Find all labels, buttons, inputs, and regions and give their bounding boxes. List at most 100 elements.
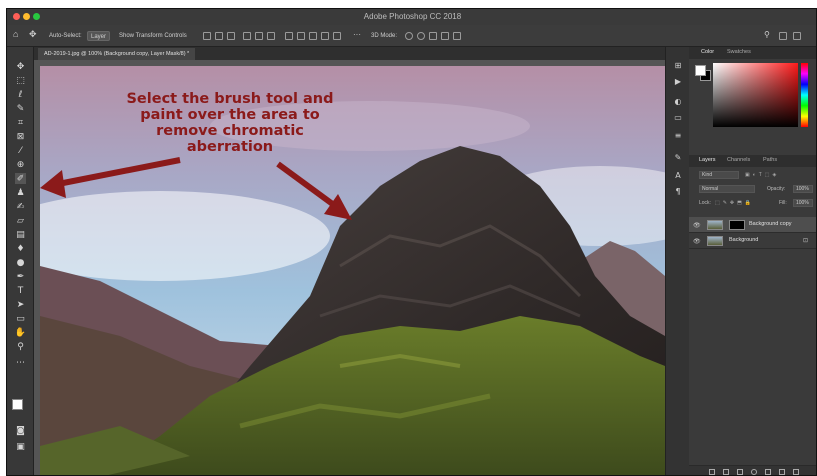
workspace-icon[interactable]: [779, 32, 787, 40]
eraser-tool-icon[interactable]: ▱: [15, 215, 26, 226]
align-middle-icon[interactable]: [255, 32, 263, 40]
tab-swatches[interactable]: Swatches: [727, 49, 751, 55]
visibility-eye-icon[interactable]: 👁: [693, 238, 701, 245]
crop-tool-icon[interactable]: ⌗: [15, 117, 26, 128]
add-mask-icon[interactable]: [737, 469, 743, 475]
tab-paths[interactable]: Paths: [763, 157, 777, 163]
align-left-icon[interactable]: [203, 32, 211, 40]
tab-layers[interactable]: Layers: [699, 157, 716, 163]
3d-drag-icon[interactable]: [429, 32, 437, 40]
hand-tool-icon[interactable]: ✋: [15, 327, 26, 338]
align-center-icon[interactable]: [215, 32, 223, 40]
layer-kind-filter[interactable]: Kind: [699, 171, 739, 179]
properties-panel-icon[interactable]: ≡: [673, 131, 683, 141]
hue-slider[interactable]: [801, 63, 808, 127]
layer-thumbnail: [707, 220, 723, 230]
layer-name[interactable]: Background: [729, 237, 758, 243]
more-tools-icon[interactable]: ⋯: [15, 357, 26, 368]
layer-mask-thumbnail[interactable]: [729, 220, 745, 230]
stamp-tool-icon[interactable]: ♟: [15, 187, 26, 198]
screen-mode-icon[interactable]: ▣: [15, 441, 26, 452]
gradient-tool-icon[interactable]: ▤: [15, 229, 26, 240]
pen-tool-icon[interactable]: ✒: [15, 271, 26, 282]
zoom-tool-icon[interactable]: ⚲: [15, 341, 26, 352]
color-picker-field[interactable]: [713, 63, 798, 127]
path-select-tool-icon[interactable]: ➤: [15, 299, 26, 310]
distribute-left-icon[interactable]: [321, 32, 329, 40]
lock-icons[interactable]: ⬚✎✥⬒🔒: [715, 199, 754, 208]
adjustments-panel-icon[interactable]: ◐: [673, 97, 683, 107]
distribute-bottom-icon[interactable]: [309, 32, 317, 40]
auto-select-dropdown[interactable]: Layer: [87, 31, 111, 41]
right-panels: Color Swatches Layers Channels Paths Kin…: [689, 47, 816, 475]
group-icon[interactable]: [765, 469, 771, 475]
tab-color[interactable]: Color: [701, 49, 714, 55]
fill-input[interactable]: 100%: [793, 199, 813, 207]
marquee-tool-icon[interactable]: ⬚: [15, 75, 26, 86]
brush-tool-icon[interactable]: ✐: [15, 173, 26, 184]
annotation-caption: Select the brush tool and paint over the…: [126, 91, 334, 155]
new-layer-icon[interactable]: [779, 469, 785, 475]
trash-icon[interactable]: [793, 469, 799, 475]
actions-panel-icon[interactable]: ▶: [673, 77, 683, 87]
share-icon[interactable]: [793, 32, 801, 40]
quick-mask-icon[interactable]: ◙: [15, 425, 26, 436]
panel-icon-column: ⊞ ▶ ◐ ▭ ≡ ✎ A ¶: [665, 47, 689, 475]
layers-panel-tabs: Layers Channels Paths: [689, 155, 816, 167]
3d-roll-icon[interactable]: [417, 32, 425, 40]
layer-name[interactable]: Background copy: [749, 221, 792, 227]
tab-channels[interactable]: Channels: [727, 157, 750, 163]
show-transform-controls-checkbox[interactable]: Show Transform Controls: [119, 31, 187, 41]
distribute-middle-icon[interactable]: [297, 32, 305, 40]
frame-tool-icon[interactable]: ⊠: [15, 131, 26, 142]
3d-slide-icon[interactable]: [441, 32, 449, 40]
document-tab-bar: AD-2019-1.jpg @ 100% (Background copy, L…: [34, 47, 665, 60]
history-panel-icon[interactable]: ⊞: [673, 61, 683, 71]
layers-panel-footer: [689, 465, 816, 475]
blend-mode-dropdown[interactable]: Normal: [699, 185, 755, 193]
window-title: Adobe Photoshop CC 2018: [363, 12, 462, 21]
opacity-input[interactable]: 100%: [793, 185, 813, 193]
move-icon[interactable]: ✥: [29, 29, 37, 39]
brush-settings-panel-icon[interactable]: ✎: [673, 153, 683, 163]
eyedropper-tool-icon[interactable]: ⁄: [15, 145, 26, 156]
3d-rotate-icon[interactable]: [405, 32, 413, 40]
home-icon[interactable]: ⌂: [13, 29, 18, 39]
layer-row[interactable]: 👁 Background ⊡: [689, 233, 816, 249]
layer-style-icon[interactable]: [723, 469, 729, 475]
healing-tool-icon[interactable]: ⊕: [15, 159, 26, 170]
adjustment-layer-icon[interactable]: [751, 469, 757, 475]
search-icon[interactable]: ⚲: [764, 30, 770, 40]
distribute-right-icon[interactable]: [333, 32, 341, 40]
more-options-icon[interactable]: ···: [353, 30, 361, 40]
panel-foreground-swatch[interactable]: [695, 65, 706, 76]
3d-scale-icon[interactable]: [453, 32, 461, 40]
fill-label: Fill:: [779, 200, 787, 206]
document-tab[interactable]: AD-2019-1.jpg @ 100% (Background copy, L…: [38, 48, 196, 60]
align-right-icon[interactable]: [227, 32, 235, 40]
blur-tool-icon[interactable]: ♦: [15, 243, 26, 254]
quick-select-tool-icon[interactable]: ✎: [15, 103, 26, 114]
document-canvas[interactable]: Select the brush tool and paint over the…: [40, 66, 665, 475]
move-tool-icon[interactable]: ✥: [15, 61, 26, 72]
visibility-eye-icon[interactable]: 👁: [693, 222, 701, 229]
type-tool-icon[interactable]: T: [15, 285, 26, 296]
align-top-icon[interactable]: [243, 32, 251, 40]
history-brush-tool-icon[interactable]: ✍: [15, 201, 26, 212]
libraries-panel-icon[interactable]: ▭: [673, 113, 683, 123]
tools-panel: ✥ ⬚ ℓ ✎ ⌗ ⊠ ⁄ ⊕ ✐ ♟ ✍ ▱ ▤ ♦ ● ✒ T ➤ ▭ ✋ …: [7, 47, 34, 475]
distribute-top-icon[interactable]: [285, 32, 293, 40]
auto-select-label: Auto-Select:: [49, 33, 82, 39]
lasso-tool-icon[interactable]: ℓ: [15, 89, 26, 100]
align-bottom-icon[interactable]: [267, 32, 275, 40]
dodge-tool-icon[interactable]: ●: [15, 257, 26, 268]
character-panel-icon[interactable]: A: [673, 171, 683, 181]
link-layers-icon[interactable]: [709, 469, 715, 475]
options-bar: ⌂ ✥ Auto-Select: Layer Show Transform Co…: [7, 25, 816, 47]
shape-tool-icon[interactable]: ▭: [15, 313, 26, 324]
foreground-color-swatch[interactable]: [12, 399, 23, 410]
layer-row[interactable]: 👁 Background copy: [689, 217, 816, 233]
paragraph-panel-icon[interactable]: ¶: [673, 187, 683, 197]
filter-icons[interactable]: ▣◐T⬚◈: [745, 171, 779, 180]
lock-icon[interactable]: ⊡: [803, 237, 808, 244]
